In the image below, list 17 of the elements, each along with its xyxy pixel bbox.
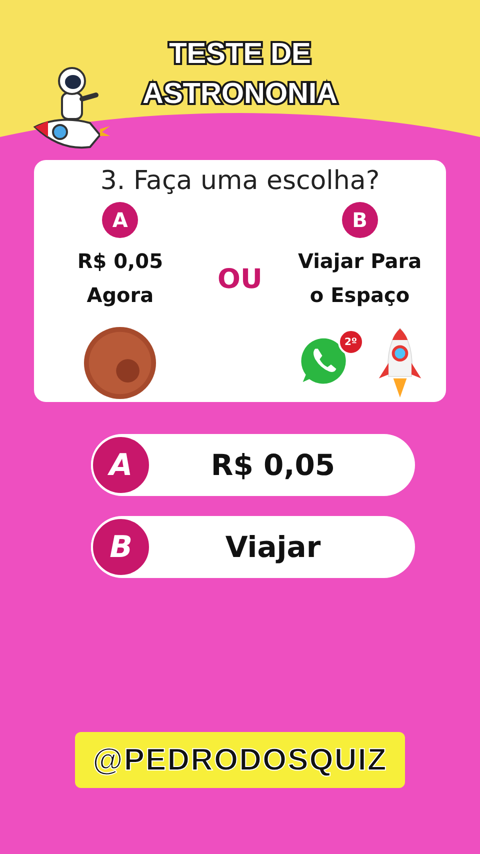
coin-icon [83, 326, 158, 400]
channel-handle: @PEDRODOSQUIZ [74, 732, 406, 788]
question-text: 3. Faça uma escolha? [100, 165, 380, 198]
answer-text: R$ 0,05 [210, 448, 336, 482]
or-label: OU [218, 264, 262, 295]
option-label: Viajar Para o Espaço [298, 248, 422, 309]
answer-option[interactable]: B Viajar [91, 516, 415, 578]
notification-badge: 2º [338, 329, 364, 355]
option-label: R$ 0,05 Agora [77, 248, 163, 309]
answer-text: Viajar [224, 530, 322, 564]
quiz-title: TESTE DE [169, 38, 311, 70]
quiz-title: ASTRONONIA [142, 78, 338, 110]
answer-option[interactable]: A R$ 0,05 [91, 434, 415, 496]
option-letter: B [342, 202, 378, 238]
answer-letter: B [91, 517, 151, 577]
answer-letter: A [91, 435, 151, 495]
option-letter: A [102, 202, 138, 238]
